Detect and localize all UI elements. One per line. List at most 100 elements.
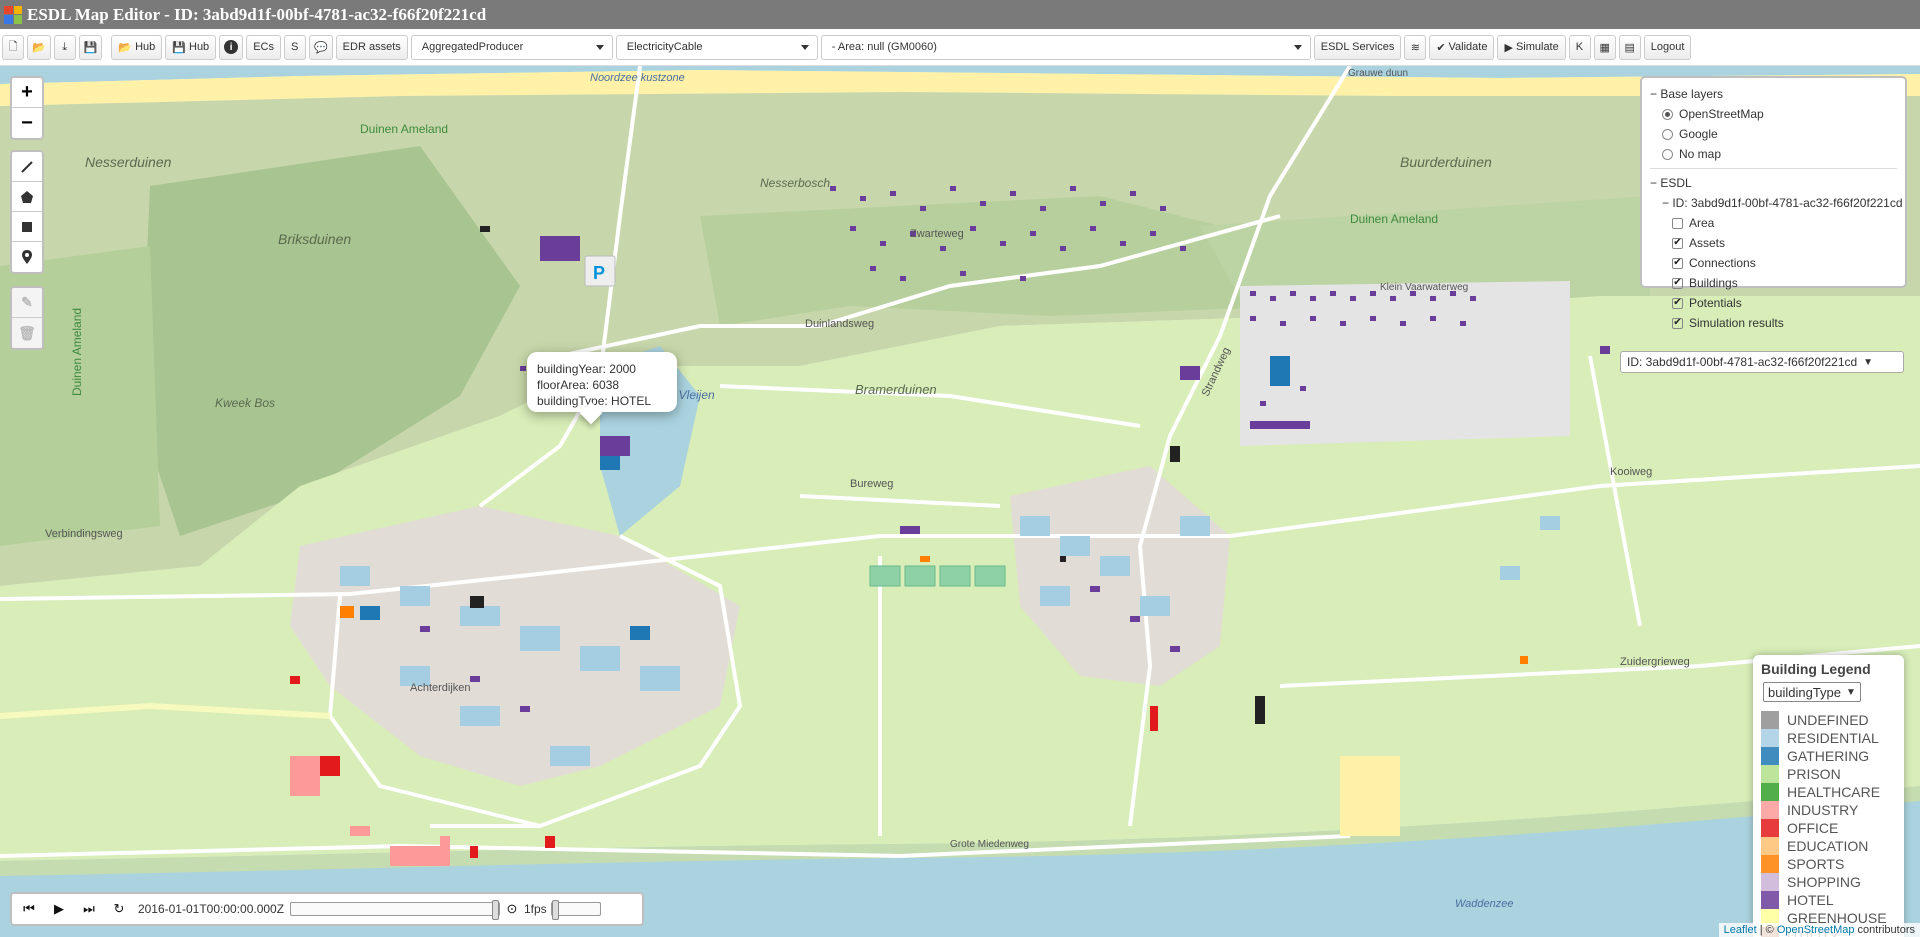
map-label: Kweek Bos	[215, 396, 276, 410]
area-select[interactable]: - Area: null (GM0060)	[820, 34, 1311, 60]
map-view[interactable]: P Nesserduinen Buurderduinen Briksduinen…	[0, 66, 1920, 937]
checkbox[interactable]: ✔	[1672, 257, 1683, 269]
esdl-id-header[interactable]: − ID: 3abd9d1f-00bf-4781-ac32-f66f20f221…	[1650, 193, 1903, 213]
draw-rectangle-button[interactable]	[12, 212, 42, 242]
fps-slider-handle[interactable]	[551, 900, 559, 920]
radio-button[interactable]	[1662, 128, 1673, 140]
legend-label: PRISON	[1787, 766, 1841, 782]
checkbox[interactable]	[1672, 217, 1683, 229]
save-button[interactable]: 💾	[78, 34, 103, 60]
energy-system-id-select[interactable]: ID: 3abd9d1f-00bf-4781-ac32-f66f20f221cd…	[1620, 351, 1904, 373]
legend-swatch	[1761, 765, 1779, 783]
road-label: Zuidergrieweg	[1620, 656, 1690, 668]
draw-polyline-button[interactable]	[12, 152, 42, 182]
checkbox[interactable]: ✔	[1672, 237, 1683, 249]
legend-item: OFFICE	[1761, 819, 1896, 837]
edit-layers-button[interactable]: ✎	[12, 288, 42, 318]
info-button[interactable]: i	[219, 34, 244, 60]
chevron-down-icon	[1293, 44, 1302, 50]
overlay-potentials[interactable]: ✔ Potentials	[1650, 293, 1897, 313]
legend-swatch	[1761, 711, 1779, 729]
base-layers-header[interactable]: − Base layers	[1650, 84, 1897, 104]
base-layer-openstreetmap[interactable]: OpenStreetMap	[1650, 104, 1897, 124]
layers-button[interactable]: ≋	[1404, 34, 1427, 60]
road-label: Achterdijken	[410, 682, 471, 694]
zoom-in-button[interactable]: +	[12, 78, 42, 108]
delete-layers-button[interactable]: 🗑	[12, 318, 42, 348]
time-slider[interactable]	[290, 900, 500, 920]
legend-label: HOTEL	[1787, 892, 1834, 908]
k-button[interactable]: K	[1568, 34, 1591, 60]
time-slider-handle[interactable]	[492, 900, 499, 920]
window-title-bar: ESDL Map Editor - ID: 3abd9d1f-00bf-4781…	[0, 0, 1920, 29]
legend-swatch	[1761, 783, 1779, 801]
s-button[interactable]: S	[283, 34, 306, 60]
draw-toolbar	[10, 150, 44, 274]
esdl-header[interactable]: − ESDL	[1650, 173, 1897, 193]
grid-icon: ▤	[1624, 41, 1635, 54]
simulate-button[interactable]: ▶ Simulate	[1497, 34, 1566, 60]
grid-button[interactable]: ▤	[1618, 34, 1641, 60]
overlay-buildings[interactable]: ✔ Buildings	[1650, 273, 1897, 293]
play-button[interactable]: ▶	[46, 896, 72, 922]
map-label: Briksduinen	[278, 231, 352, 247]
road-label: Klein Vaarwaterweg	[1380, 282, 1469, 293]
legend-label: INDUSTRY	[1787, 802, 1859, 818]
legend-item: HOTEL	[1761, 891, 1896, 909]
checkbox[interactable]: ✔	[1672, 317, 1683, 329]
checkbox[interactable]: ✔	[1672, 297, 1683, 309]
ecs-button[interactable]: ECs	[246, 34, 281, 60]
legend-swatch	[1761, 891, 1779, 909]
checkbox[interactable]: ✔	[1672, 277, 1683, 289]
edr-assets-button[interactable]: EDR assets	[335, 34, 408, 60]
legend-swatch	[1761, 837, 1779, 855]
legend-swatch	[1761, 855, 1779, 873]
legend-swatch	[1761, 801, 1779, 819]
table-button[interactable]: ▦	[1593, 34, 1616, 60]
import-button[interactable]: ⤓	[53, 34, 76, 60]
esdl-services-button[interactable]: ESDL Services	[1313, 34, 1402, 60]
validate-button[interactable]: ✔ Validate	[1429, 34, 1495, 60]
step-forward-button[interactable]: ⏭	[76, 896, 102, 922]
zoom-control-main: + −	[10, 76, 44, 140]
new-file-button[interactable]: 🗋	[2, 34, 24, 60]
radio-button[interactable]	[1662, 148, 1673, 160]
map-label: Nesserbosch	[760, 176, 831, 190]
logout-button[interactable]: Logout	[1643, 34, 1692, 60]
speed-icon: ⊙	[506, 901, 518, 916]
overlay-connections[interactable]: ✔ Connections	[1650, 253, 1897, 273]
legend-attribute-select[interactable]: buildingType ▼	[1763, 682, 1861, 702]
overlay-simulation-results[interactable]: ✔ Simulation results	[1650, 313, 1897, 333]
legend-item: UNDEFINED	[1761, 711, 1896, 729]
step-back-button[interactable]: ⏮	[16, 896, 42, 922]
fps-slider[interactable]	[550, 900, 601, 920]
overlay-assets[interactable]: ✔ Assets	[1650, 233, 1897, 253]
radio-button[interactable]	[1662, 108, 1673, 120]
edit-icon: ✎	[21, 294, 33, 310]
save-hub-button[interactable]: 💾 Hub	[165, 34, 217, 60]
overlay-area[interactable]: Area	[1650, 213, 1897, 233]
popup-building-year: buildingYear: 2000	[537, 362, 636, 376]
base-layer-google[interactable]: Google	[1650, 124, 1897, 144]
legend-title: Building Legend	[1761, 661, 1871, 677]
loop-button[interactable]: ↻	[106, 896, 132, 922]
draw-marker-button[interactable]	[12, 242, 42, 272]
cable-select[interactable]: ElectricityCable	[615, 34, 818, 60]
map-label: Grauwe duun	[1348, 68, 1409, 79]
chevron-down-icon	[800, 44, 809, 50]
leaflet-link[interactable]: Leaflet	[1724, 924, 1757, 936]
road-label: Grote Miedenweg	[950, 839, 1029, 850]
legend-swatch	[1761, 729, 1779, 747]
legend-swatch	[1761, 819, 1779, 837]
save-icon: 💾	[83, 41, 98, 54]
open-hub-button[interactable]: 📂 Hub	[111, 34, 163, 60]
draw-polygon-button[interactable]	[12, 182, 42, 212]
osm-link[interactable]: OpenStreetMap	[1777, 924, 1855, 936]
open-file-button[interactable]: 📂	[27, 34, 51, 60]
zoom-out-button[interactable]: −	[12, 108, 42, 138]
legend-swatch	[1761, 747, 1779, 765]
chat-button[interactable]: 💬	[308, 34, 333, 60]
producer-select[interactable]: AggregatedProducer	[410, 34, 613, 60]
base-layer-no-map[interactable]: No map	[1650, 144, 1897, 164]
legend-swatch	[1761, 873, 1779, 891]
